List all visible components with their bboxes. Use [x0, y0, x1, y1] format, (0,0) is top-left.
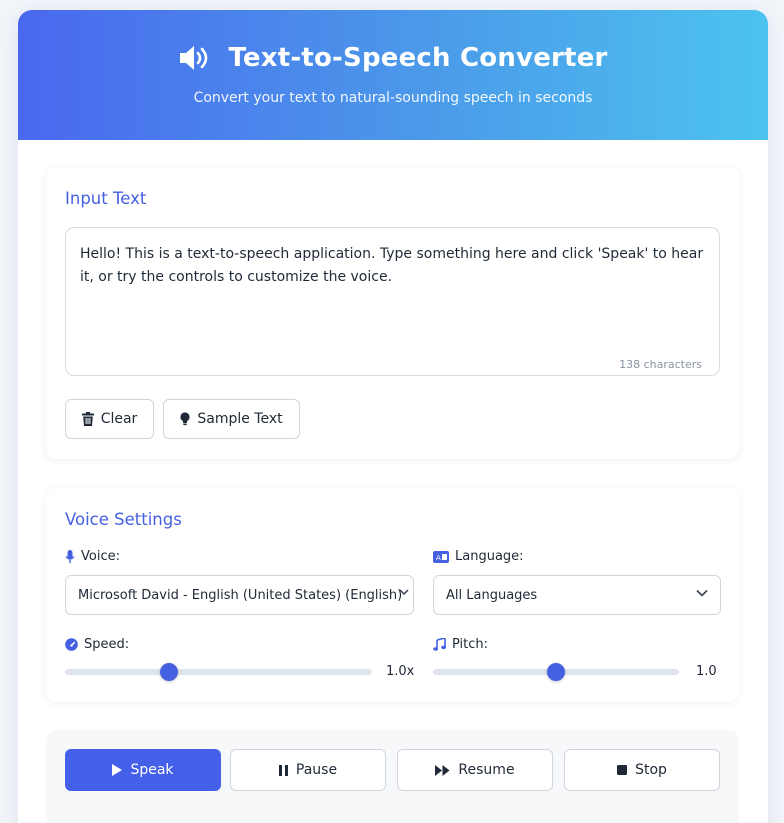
title-row: Text-to-Speech Converter — [18, 43, 768, 73]
text-input-value: Hello! This is a text-to-speech applicat… — [80, 246, 704, 285]
speed-label-text: Speed: — [84, 637, 130, 652]
fast-forward-icon — [435, 764, 450, 776]
speed-slider-thumb[interactable] — [160, 663, 179, 681]
chevron-down-icon — [399, 589, 409, 596]
pause-button-label: Pause — [295, 762, 338, 778]
pitch-label: Pitch: — [433, 637, 488, 652]
pitch-slider-thumb[interactable] — [547, 663, 565, 681]
clear-button[interactable]: Clear — [65, 399, 154, 439]
language-icon: A — [433, 550, 449, 563]
voice-settings-title: Voice Settings — [65, 510, 182, 529]
voice-label: Voice: — [65, 549, 120, 564]
speak-button[interactable]: Speak — [65, 749, 221, 791]
pitch-label-text: Pitch: — [452, 637, 489, 652]
voice-select[interactable]: Microsoft David - English (United States… — [65, 575, 414, 615]
sample-text-button-label: Sample Text — [197, 411, 283, 427]
voice-select-value: Microsoft David - English (United States… — [78, 587, 403, 603]
speed-value: 1.0x — [386, 664, 415, 679]
language-select-value: All Languages — [446, 587, 538, 603]
music-note-icon — [433, 638, 446, 651]
header: Text-to-Speech Converter Convert your te… — [18, 10, 768, 140]
language-select[interactable]: All Languages — [433, 575, 721, 615]
pause-button[interactable]: Pause — [230, 749, 386, 791]
stop-icon — [617, 765, 628, 775]
clear-button-label: Clear — [100, 411, 138, 427]
resume-button[interactable]: Resume — [397, 749, 553, 791]
microphone-icon — [65, 549, 75, 564]
pitch-value: 1.0 — [696, 664, 717, 679]
resume-button-label: Resume — [458, 762, 515, 778]
speaker-icon — [178, 44, 212, 72]
stop-button-label: Stop — [635, 762, 667, 778]
sample-text-button[interactable]: Sample Text — [163, 399, 300, 439]
pause-icon — [278, 764, 288, 776]
chevron-down-icon — [696, 589, 708, 597]
text-input[interactable]: Hello! This is a text-to-speech applicat… — [65, 227, 720, 376]
voice-label-text: Voice: — [81, 549, 120, 564]
trash-icon — [81, 412, 94, 426]
speak-button-label: Speak — [130, 762, 174, 778]
lightbulb-icon — [180, 412, 190, 426]
page-title: Text-to-Speech Converter — [228, 43, 608, 73]
voice-settings-card: Voice Settings Voice: Microsoft David - … — [46, 488, 739, 702]
speed-slider[interactable] — [65, 663, 372, 681]
svg-text:A: A — [436, 554, 441, 562]
char-count: 138 characters — [619, 358, 702, 371]
page-subtitle: Convert your text to natural-sounding sp… — [193, 90, 593, 106]
language-label-text: Language: — [455, 549, 524, 564]
gauge-icon — [65, 638, 78, 651]
stop-button[interactable]: Stop — [564, 749, 720, 791]
app-window: Text-to-Speech Converter Convert your te… — [18, 10, 768, 823]
input-text-card: Input Text Hello! This is a text-to-spee… — [46, 167, 739, 459]
playback-controls: Speak Pause Resume Stop — [46, 730, 739, 823]
play-icon — [112, 764, 123, 776]
speed-label: Speed: — [65, 637, 129, 652]
pitch-slider[interactable] — [433, 663, 679, 681]
language-label: A Language: — [433, 549, 524, 564]
input-text-title: Input Text — [65, 189, 147, 208]
